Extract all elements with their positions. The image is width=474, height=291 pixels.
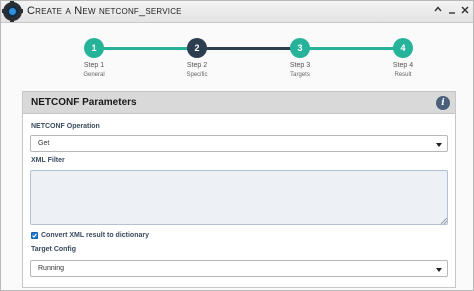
close-icon [461, 6, 469, 14]
window-title: Create a New netconf_service [27, 5, 182, 17]
step-1-circle[interactable]: 1 [84, 38, 104, 58]
step-3-name: Step 3 [289, 62, 311, 69]
step-2-sublabel: Specific [186, 72, 208, 78]
step-connector [197, 47, 300, 50]
caret-down-icon [436, 268, 442, 272]
step-1-name: Step 1 [83, 62, 105, 69]
step-4-name: Step 4 [392, 62, 414, 69]
netconf-operation-select[interactable]: Get [30, 135, 448, 152]
step-1-sublabel: General [83, 72, 105, 78]
collapse-button[interactable] [431, 4, 445, 19]
step-connector [300, 47, 403, 50]
info-icon[interactable]: i [436, 96, 450, 110]
step-4-sublabel: Result [394, 72, 412, 78]
resize-grip-icon[interactable] [441, 218, 447, 224]
panel-title: NETCONF Parameters [31, 97, 137, 108]
panel-header: NETCONF Parameters i [23, 92, 455, 114]
netconf-parameters-panel: NETCONF Parameters i NETCONF Operation G… [22, 91, 456, 288]
dialog-window: Create a New netconf_service 1 2 3 4 Ste… [0, 0, 474, 291]
caret-down-icon [436, 143, 442, 147]
netconf-operation-label: NETCONF Operation [31, 123, 100, 130]
checkmark-icon [32, 233, 37, 238]
minimize-icon [449, 12, 455, 14]
xml-filter-label: XML Filter [31, 157, 65, 164]
minimize-button[interactable] [445, 4, 459, 19]
convert-xml-checkbox[interactable] [31, 232, 38, 239]
xml-filter-textarea[interactable] [30, 170, 448, 225]
close-button[interactable] [458, 4, 472, 19]
wizard-stepper: 1 2 3 4 Step 1 General Step 2 Specific S… [1, 23, 473, 87]
gear-icon [2, 1, 23, 22]
target-config-label: Target Config [31, 246, 76, 253]
netconf-operation-value: Get [38, 140, 50, 147]
step-connector [94, 47, 197, 50]
step-3-sublabel: Targets [290, 72, 310, 78]
step-2-name: Step 2 [186, 62, 208, 69]
step-3-circle[interactable]: 3 [290, 38, 310, 58]
convert-xml-label[interactable]: Convert XML result to dictionary [41, 232, 149, 239]
step-4-circle[interactable]: 4 [393, 38, 413, 58]
step-2-circle[interactable]: 2 [187, 38, 207, 58]
title-bar[interactable]: Create a New netconf_service [1, 1, 473, 23]
chevron-up-icon [434, 6, 442, 12]
target-config-value: Running [38, 265, 65, 272]
target-config-select[interactable]: Running [30, 260, 448, 277]
